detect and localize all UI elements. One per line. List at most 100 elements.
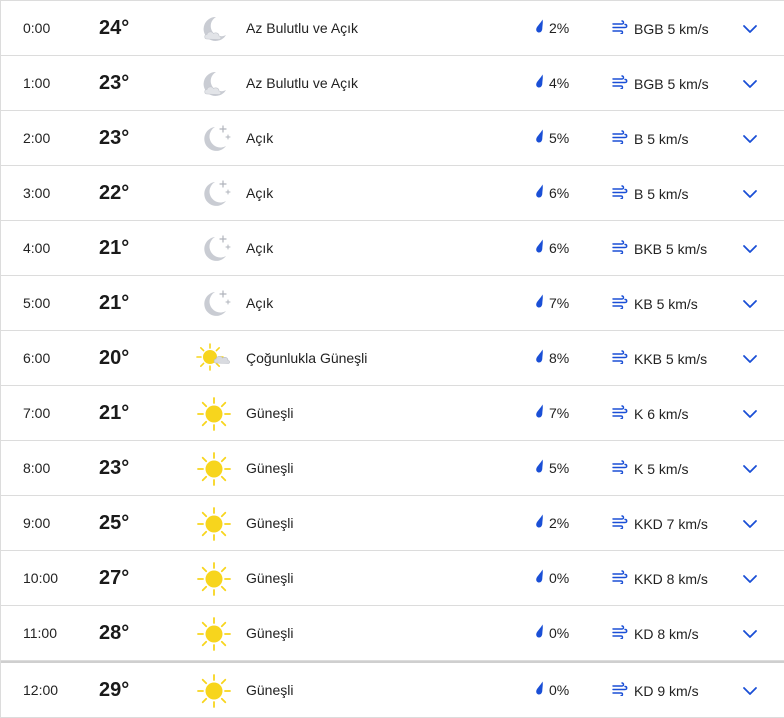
hourly-forecast-row[interactable]: 7:00 21° Güneşli 7% K 6 km/s — [1, 386, 784, 441]
precipitation-chance: 2% — [535, 1, 569, 56]
hour-temperature: 21° — [99, 402, 130, 424]
raindrop-icon — [535, 276, 549, 331]
hour-temperature: 24° — [99, 17, 130, 39]
precipitation-chance: 0% — [535, 663, 569, 718]
hour-temperature: 21° — [99, 237, 130, 259]
hour-temperature: 29° — [99, 679, 130, 701]
wind-value: KD 8 km/s — [634, 625, 699, 642]
precipitation-value: 4% — [549, 75, 570, 91]
wind-value: KD 9 km/s — [634, 682, 699, 699]
precipitation-chance: 0% — [535, 551, 569, 606]
sun-icon — [196, 451, 232, 487]
moon-stars-icon — [196, 121, 232, 157]
hour-time: 3:00 — [23, 185, 51, 201]
hour-condition: Açık — [246, 130, 274, 146]
precipitation-value: 8% — [549, 350, 570, 366]
raindrop-icon — [535, 56, 549, 111]
hourly-forecast-row[interactable]: 3:00 22° Açık 6% B 5 km/s — [1, 166, 784, 221]
hour-condition: Güneşli — [246, 460, 294, 476]
wind-icon — [612, 405, 634, 422]
precipitation-value: 6% — [549, 185, 570, 201]
hourly-forecast-row[interactable]: 4:00 21° Açık 6% BKB 5 km/s — [1, 221, 784, 276]
chevron-down-icon[interactable] — [741, 570, 759, 588]
hourly-forecast-row[interactable]: 0:00 24° Az Bulutlu ve Açık 2% BGB 5 km/… — [1, 1, 784, 56]
hour-time: 6:00 — [23, 350, 51, 366]
wind-info: KB 5 km/s — [612, 276, 698, 331]
hour-time: 9:00 — [23, 515, 51, 531]
moon-stars-icon — [196, 176, 232, 212]
hour-condition: Az Bulutlu ve Açık — [246, 20, 359, 36]
precipitation-chance: 5% — [535, 441, 569, 496]
hourly-forecast-row[interactable]: 1:00 23° Az Bulutlu ve Açık 4% BGB 5 km/… — [1, 56, 784, 111]
hourly-forecast-row[interactable]: 5:00 21° Açık 7% KB 5 km/s — [1, 276, 784, 331]
wind-icon — [612, 515, 634, 532]
chevron-down-icon[interactable] — [741, 625, 759, 643]
raindrop-icon — [535, 496, 549, 551]
hourly-forecast-row[interactable]: 9:00 25° Güneşli 2% KKD 7 km/s — [1, 496, 784, 551]
wind-value: BGB 5 km/s — [634, 75, 709, 92]
wind-value: KB 5 km/s — [634, 295, 698, 312]
raindrop-icon — [535, 441, 549, 496]
wind-info: KKB 5 km/s — [612, 331, 707, 386]
chevron-down-icon[interactable] — [741, 75, 759, 93]
precipitation-chance: 5% — [535, 111, 569, 166]
wind-info: B 5 km/s — [612, 111, 688, 166]
precipitation-value: 2% — [549, 515, 570, 531]
wind-value: K 6 km/s — [634, 405, 689, 422]
wind-icon — [612, 295, 634, 312]
chevron-down-icon[interactable] — [741, 295, 759, 313]
chevron-down-icon[interactable] — [741, 405, 759, 423]
hourly-forecast-row[interactable]: 2:00 23° Açık 5% B 5 km/s — [1, 111, 784, 166]
hour-condition: Açık — [246, 240, 274, 256]
wind-icon — [612, 75, 634, 92]
hour-temperature: 23° — [99, 127, 130, 149]
raindrop-icon — [535, 1, 549, 56]
wind-icon — [612, 130, 634, 147]
hour-temperature: 28° — [99, 622, 130, 644]
hour-condition: Çoğunlukla Güneşli — [246, 350, 368, 366]
wind-icon — [612, 185, 634, 202]
chevron-down-icon[interactable] — [741, 130, 759, 148]
precipitation-chance: 7% — [535, 386, 569, 441]
hour-condition: Az Bulutlu ve Açık — [246, 75, 359, 91]
moon-cloud-icon — [196, 11, 232, 47]
hourly-forecast-row[interactable]: 11:00 28° Güneşli 0% KD 8 km/s — [1, 606, 784, 661]
sun-icon — [196, 561, 232, 597]
wind-info: B 5 km/s — [612, 166, 688, 221]
wind-icon — [612, 20, 634, 37]
sun-icon — [196, 396, 232, 432]
hourly-forecast-row[interactable]: 8:00 23° Güneşli 5% K 5 km/s — [1, 441, 784, 496]
hour-condition: Güneşli — [246, 625, 294, 641]
precipitation-value: 6% — [549, 240, 570, 256]
chevron-down-icon[interactable] — [741, 240, 759, 258]
wind-icon — [612, 625, 634, 642]
chevron-down-icon[interactable] — [741, 460, 759, 478]
hour-condition: Güneşli — [246, 682, 294, 698]
chevron-down-icon[interactable] — [741, 185, 759, 203]
hourly-forecast-row[interactable]: 12:00 29° Güneşli 0% KD 9 km/s — [1, 661, 784, 718]
moon-stars-icon — [196, 286, 232, 322]
precipitation-value: 7% — [549, 405, 570, 421]
precipitation-value: 0% — [549, 625, 570, 641]
chevron-down-icon[interactable] — [741, 350, 759, 368]
hour-time: 10:00 — [23, 570, 59, 586]
chevron-down-icon[interactable] — [741, 682, 759, 700]
hour-temperature: 23° — [99, 457, 130, 479]
sun-icon — [196, 673, 232, 709]
chevron-down-icon[interactable] — [741, 515, 759, 533]
wind-value: KKD 7 km/s — [634, 515, 708, 532]
hourly-forecast-row[interactable]: 6:00 20° Çoğunlukla Güneşli 8% KKB 5 km/… — [1, 331, 784, 386]
wind-icon — [612, 350, 634, 367]
hourly-forecast-row[interactable]: 10:00 27° Güneşli 0% KKD 8 km/s — [1, 551, 784, 606]
raindrop-icon — [535, 166, 549, 221]
hour-time: 2:00 — [23, 130, 51, 146]
hour-time: 5:00 — [23, 295, 51, 311]
precipitation-chance: 8% — [535, 331, 569, 386]
hour-temperature: 20° — [99, 347, 130, 369]
chevron-down-icon[interactable] — [741, 20, 759, 38]
precipitation-chance: 6% — [535, 221, 569, 276]
raindrop-icon — [535, 221, 549, 276]
wind-icon — [612, 570, 634, 587]
hour-time: 1:00 — [23, 75, 51, 91]
hour-condition: Güneşli — [246, 570, 294, 586]
